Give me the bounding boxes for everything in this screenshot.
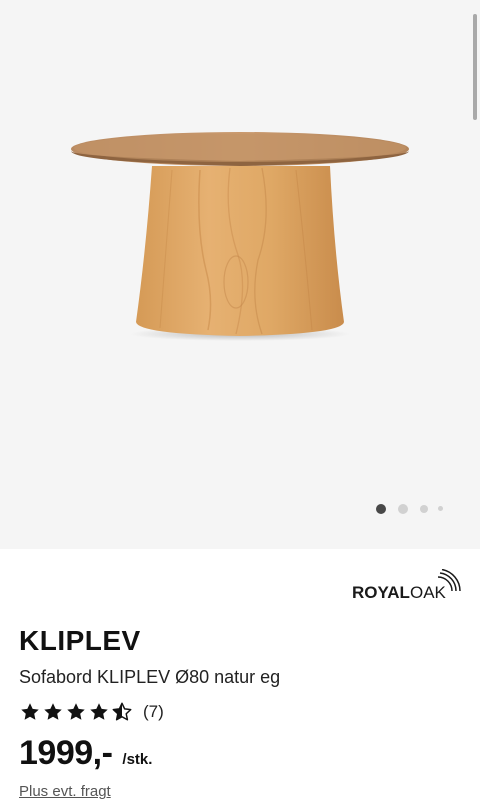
gallery-dot-3[interactable] [420,505,428,513]
shipping-info-link[interactable]: Plus evt. fragt [19,783,111,800]
gallery-dot-4[interactable] [438,506,443,511]
product-image [71,132,409,341]
svg-text:ROYAL: ROYAL [352,583,410,602]
star-full-icon [44,703,62,720]
gallery-pagination [372,503,452,515]
star-full-icon [21,703,39,720]
price-value: 1999,- [19,734,113,772]
brand-logo[interactable]: ROYAL OAK [352,569,462,605]
star-full-icon [67,703,85,720]
star-full-icon [90,703,108,720]
svg-text:OAK: OAK [410,583,447,602]
gallery-dot-1[interactable] [376,504,386,514]
price-unit: /stk. [122,751,153,768]
review-count[interactable]: (7) [143,702,164,722]
royal-oak-logo-icon: ROYAL OAK [352,569,461,602]
price-block: 1999,- /stk. [19,734,152,774]
gallery-dot-2[interactable] [398,504,408,514]
star-half-icon [112,702,132,721]
product-title: KLIPLEV [19,625,141,656]
product-description: Sofabord KLIPLEV Ø80 natur eg [19,667,281,687]
rating-stars [19,701,134,723]
page-scrollbar[interactable] [473,14,477,120]
product-rating[interactable]: (7) [19,700,164,724]
product-image-gallery[interactable] [0,0,480,549]
